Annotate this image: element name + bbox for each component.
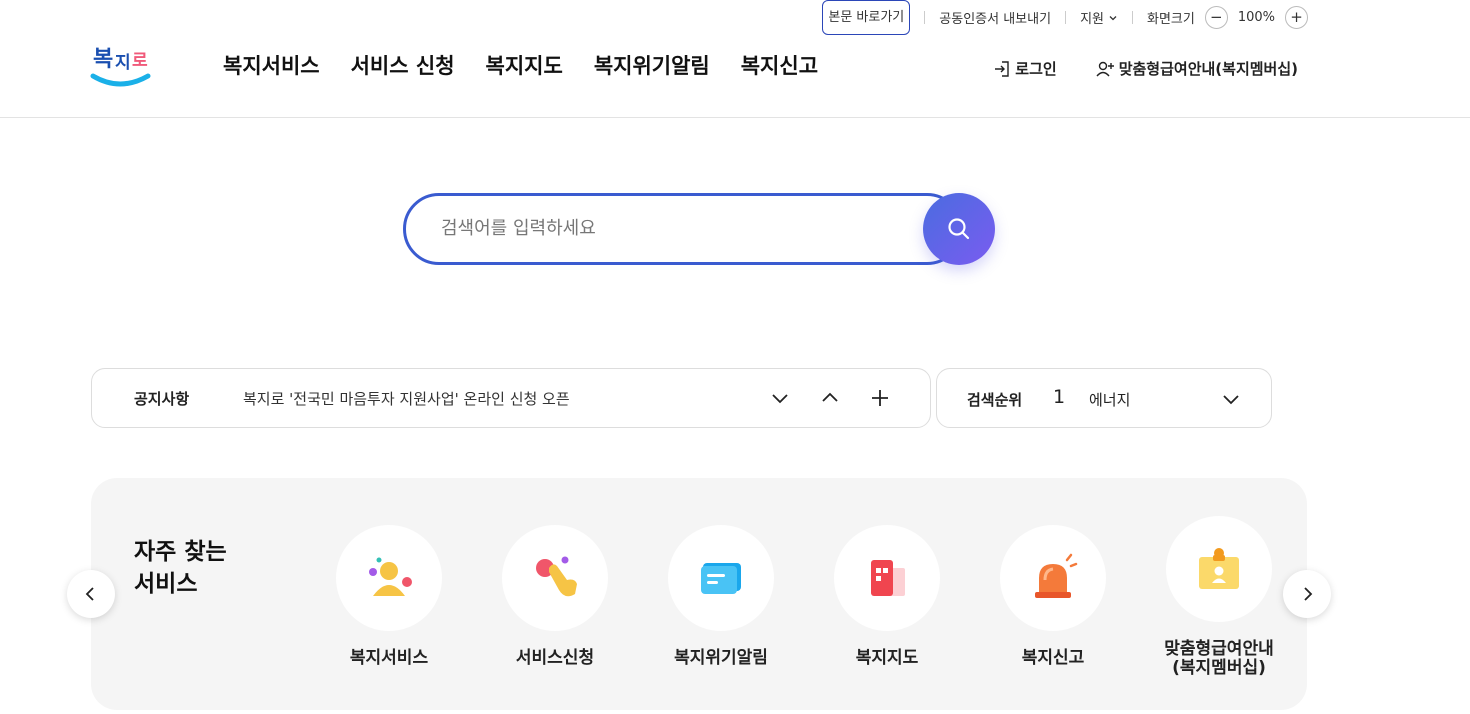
nav-welfare-service[interactable]: 복지서비스 [223,50,320,80]
notice-controls [768,386,892,410]
nav-welfare-report[interactable]: 복지신고 [741,50,818,80]
service-icon-circle [1000,525,1106,631]
rank-expand-button[interactable] [1219,387,1243,411]
person-icon [369,557,412,596]
chevron-down-icon [1223,395,1239,405]
chevron-left-icon [85,587,94,601]
service-welfare-map[interactable]: 복지지도 [812,525,962,668]
chevron-up-icon [822,392,838,402]
id-card-icon [1199,548,1239,589]
search-rank-bar: 검색순위 1 에너지 [936,368,1272,428]
login-icon [995,60,1009,77]
notice-bar: 공지사항 복지로 '전국민 마음투자 지원사업' 온라인 신청 오픈 [91,368,931,428]
nav-crisis-alert[interactable]: 복지위기알림 [594,50,710,80]
service-apply[interactable]: 서비스신청 [480,525,630,668]
nav-welfare-map[interactable]: 복지지도 [486,50,563,80]
page: 본문 바로가기 공동인증서 내보내기 지원 화면크기 − 100% + 복 지 … [0,0,1470,714]
rank-keyword[interactable]: 에너지 [1089,389,1130,410]
nav-service-apply[interactable]: 서비스 신청 [351,50,455,80]
service-label: 서비스신청 [515,648,595,668]
notice-text[interactable]: 복지로 '전국민 마음투자 지원사업' 온라인 신청 오픈 [243,388,570,409]
notice-label: 공지사항 [134,389,190,408]
service-label: 복지지도 [855,648,919,668]
service-icon-circle [1166,516,1272,622]
login-link[interactable]: 로그인 [993,58,1057,79]
search-button[interactable] [923,193,995,265]
service-welfare-report[interactable]: 복지신고 [978,525,1128,668]
hand-tap-icon [536,556,577,597]
chevron-down-icon [1109,15,1117,20]
skip-to-content-link[interactable]: 본문 바로가기 [822,0,911,35]
header-divider [0,117,1470,118]
zoom-out-button[interactable]: − [1204,6,1228,29]
frequent-services-title: 자주 찾는 서비스 [134,536,227,600]
service-label-line-2: (복지멤버십) [1172,658,1266,678]
divider [924,11,926,24]
plus-icon [872,390,888,406]
divider [1131,11,1133,24]
search-input[interactable] [441,213,911,243]
svg-text:복: 복 [93,47,113,72]
frequent-services: 자주 찾는 서비스 복지서비스 서비스신청 복지위기알림 복지지도 복지신고 맞… [91,478,1307,710]
support-label: 지원 [1080,12,1104,27]
custom-benefit-label: 맞춤형급여안내(복지멤버십) [1118,60,1298,78]
notice-next-button[interactable] [768,386,792,410]
siren-icon [1035,553,1078,598]
utility-bar: 본문 바로가기 공동인증서 내보내기 지원 화면크기 − 100% + [822,0,1308,35]
account-links: 로그인 맞춤형급여안내(복지멤버십) [993,58,1298,79]
search-bar [403,193,995,265]
carousel-next-button[interactable] [1283,570,1331,618]
cert-export-link[interactable]: 공동인증서 내보내기 [939,8,1051,27]
screen-size-label: 화면크기 [1146,12,1195,27]
main-nav: 복지서비스 서비스 신청 복지지도 복지위기알림 복지신고 [223,50,818,80]
message-icon [701,563,741,594]
rank-label: 검색순위 [967,391,1023,409]
chevron-right-icon [1304,587,1313,601]
building-icon [871,560,905,596]
login-label: 로그인 [1015,60,1057,78]
carousel-prev-button[interactable] [67,570,115,618]
search-icon [948,218,970,240]
service-label: 맞춤형급여안내 (복지멤버십) [1144,640,1294,678]
notice-more-button[interactable] [868,386,892,410]
custom-benefit-link[interactable]: 맞춤형급여안내(복지멤버십) [1095,58,1298,79]
logo-icon: 복 지 로 [90,47,151,87]
service-welfare[interactable]: 복지서비스 [314,525,464,668]
svg-text:로: 로 [132,51,148,71]
divider [1065,11,1067,24]
title-line-2: 서비스 [134,571,198,597]
service-icon-circle [834,525,940,631]
title-line-1: 자주 찾는 [134,539,227,565]
rank-number: 1 [1053,386,1066,408]
service-custom-benefit[interactable]: 맞춤형급여안내 (복지멤버십) [1144,516,1294,678]
service-icon-circle [668,525,774,631]
logo[interactable]: 복 지 로 [90,38,152,90]
chevron-down-icon [772,394,788,404]
service-label: 복지위기알림 [674,648,768,668]
user-add-icon [1096,61,1114,76]
zoom-in-button[interactable]: + [1285,6,1308,29]
support-dropdown[interactable]: 지원 [1080,8,1118,27]
service-icon-circle [336,525,442,631]
service-icon-circle [502,525,608,631]
service-crisis-alert[interactable]: 복지위기알림 [646,525,796,668]
svg-text:지: 지 [115,53,131,73]
notice-prev-button[interactable] [818,386,842,410]
service-label-line-1: 맞춤형급여안내 [1164,639,1274,659]
zoom-level: 100% [1237,10,1275,25]
service-label: 복지신고 [1021,648,1085,668]
service-label: 복지서비스 [349,648,429,668]
